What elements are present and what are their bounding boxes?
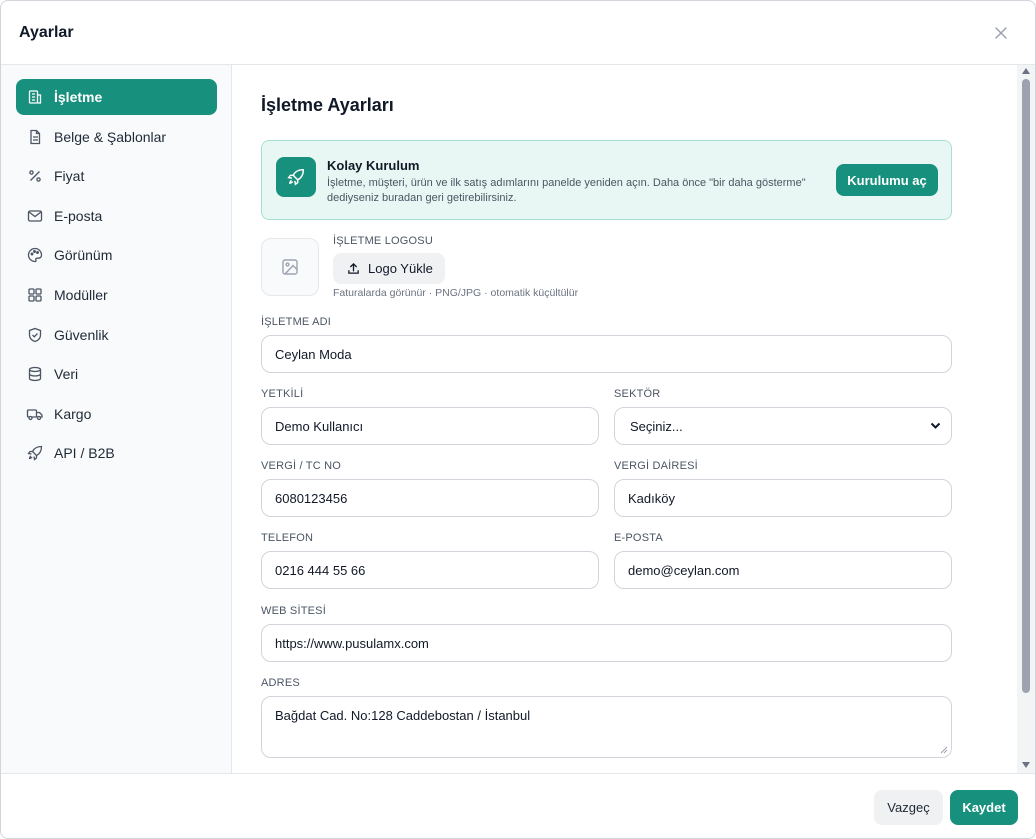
phone-input[interactable]: 0216 444 55 66	[261, 551, 599, 589]
logo-label: İŞLETME LOGOSU	[333, 235, 433, 247]
business-name-value: Ceylan Moda	[275, 346, 352, 362]
settings-dialog: Ayarlar İşletme Belge & Şablonlar Fiyat	[0, 0, 1036, 839]
sidebar-item-label: Güvenlik	[54, 327, 109, 343]
logo-hint: Faturalarda görünür · PNG/JPG · otomatik…	[333, 287, 579, 299]
truck-icon	[26, 405, 44, 423]
sidebar-item-fiyat[interactable]: Fiyat	[16, 158, 217, 194]
address-value: Bağdat Cad. No:128 Caddebostan / İstanbu…	[275, 708, 531, 723]
address-label: ADRES	[261, 677, 300, 689]
sidebar-item-label: Kargo	[54, 406, 92, 422]
palette-icon	[26, 246, 44, 264]
sidebar-item-api[interactable]: API / B2B	[16, 435, 217, 471]
sidebar-item-label: Fiyat	[54, 168, 85, 184]
sidebar-item-guvenlik[interactable]: Güvenlik	[16, 317, 217, 353]
sidebar-item-kargo[interactable]: Kargo	[16, 396, 217, 432]
address-textarea[interactable]: Bağdat Cad. No:128 Caddebostan / İstanbu…	[261, 696, 952, 758]
quick-setup-description: İşletme, müşteri, ürün ve ilk satış adım…	[327, 177, 806, 204]
document-icon	[26, 128, 44, 146]
logo-preview[interactable]	[261, 238, 319, 296]
chevron-down-icon	[930, 422, 941, 429]
email-value: demo@ceylan.com	[628, 562, 740, 578]
contact-label: YETKİLİ	[261, 388, 304, 400]
rocket-icon	[276, 157, 316, 197]
business-name-label: İŞLETME ADI	[261, 316, 332, 328]
business-name-input[interactable]: Ceylan Moda	[261, 335, 952, 373]
sidebar-item-veri[interactable]: Veri	[16, 356, 217, 392]
sidebar-item-label: İşletme	[54, 89, 103, 105]
mail-icon	[26, 207, 44, 225]
settings-content: İşletme Ayarları Kolay Kurulum İşletme, …	[233, 65, 1017, 773]
sidebar-item-label: Veri	[54, 366, 79, 382]
resize-handle-icon[interactable]	[940, 746, 948, 754]
sidebar-item-label: Modüller	[54, 287, 108, 303]
database-icon	[26, 365, 44, 383]
contact-value: Demo Kullanıcı	[275, 418, 364, 434]
sidebar-item-belge[interactable]: Belge & Şablonlar	[16, 119, 217, 155]
open-setup-button[interactable]: Kurulumu aç	[836, 164, 938, 196]
cancel-button[interactable]: Vazgeç	[874, 790, 943, 825]
sidebar-item-label: Belge & Şablonlar	[54, 129, 167, 145]
upload-logo-button[interactable]: Logo Yükle	[333, 253, 445, 284]
tax-office-value: Kadıköy	[628, 490, 675, 506]
phone-label: TELEFON	[261, 532, 314, 544]
dialog-title: Ayarlar	[19, 24, 74, 41]
sidebar-item-isletme[interactable]: İşletme	[16, 79, 217, 115]
rocket-icon	[26, 444, 44, 462]
settings-sidebar: İşletme Belge & Şablonlar Fiyat E-posta …	[1, 65, 232, 773]
sidebar-item-moduller[interactable]: Modüller	[16, 277, 217, 313]
close-icon	[995, 27, 1007, 39]
scroll-up-icon[interactable]	[1022, 68, 1030, 74]
scroll-down-icon[interactable]	[1022, 762, 1030, 768]
sector-label: SEKTÖR	[614, 388, 661, 400]
email-input[interactable]: demo@ceylan.com	[614, 551, 952, 589]
sidebar-item-label: Görünüm	[54, 247, 113, 263]
website-input[interactable]: https://www.pusulamx.com	[261, 624, 952, 662]
section-title: İşletme Ayarları	[261, 95, 394, 115]
dialog-header: Ayarlar	[1, 1, 1035, 65]
building-icon	[26, 88, 44, 106]
contact-input[interactable]: Demo Kullanıcı	[261, 407, 599, 445]
upload-logo-label: Logo Yükle	[368, 261, 433, 276]
website-value: https://www.pusulamx.com	[275, 635, 429, 651]
quick-setup-title: Kolay Kurulum	[327, 158, 420, 173]
tax-no-value: 6080123456	[275, 490, 348, 506]
quick-setup-card: Kolay Kurulum İşletme, müşteri, ürün ve …	[261, 140, 952, 220]
email-label: E-POSTA	[614, 532, 663, 544]
tax-no-input[interactable]: 6080123456	[261, 479, 599, 517]
save-button[interactable]: Kaydet	[950, 790, 1018, 825]
image-icon	[282, 259, 298, 275]
sector-value: Seçiniz...	[630, 418, 683, 434]
shield-icon	[26, 326, 44, 344]
tax-office-input[interactable]: Kadıköy	[614, 479, 952, 517]
phone-value: 0216 444 55 66	[275, 562, 366, 578]
tax-office-label: VERGİ DAİRESİ	[614, 460, 698, 472]
percent-icon	[26, 167, 44, 185]
sidebar-item-gorunum[interactable]: Görünüm	[16, 237, 217, 273]
sidebar-item-eposta[interactable]: E-posta	[16, 198, 217, 234]
sector-select[interactable]: Seçiniz...	[614, 407, 952, 445]
upload-icon	[348, 262, 359, 274]
dialog-footer: Vazgeç Kaydet	[1, 773, 1035, 838]
sidebar-item-label: E-posta	[54, 208, 103, 224]
website-label: WEB SİTESİ	[261, 605, 326, 617]
close-button[interactable]	[991, 23, 1011, 43]
scrollbar-thumb[interactable]	[1022, 79, 1030, 693]
content-scrollbar[interactable]	[1017, 65, 1035, 773]
sidebar-item-label: API / B2B	[54, 445, 115, 461]
tax-no-label: VERGİ / TC NO	[261, 460, 342, 472]
grid-icon	[26, 286, 44, 304]
